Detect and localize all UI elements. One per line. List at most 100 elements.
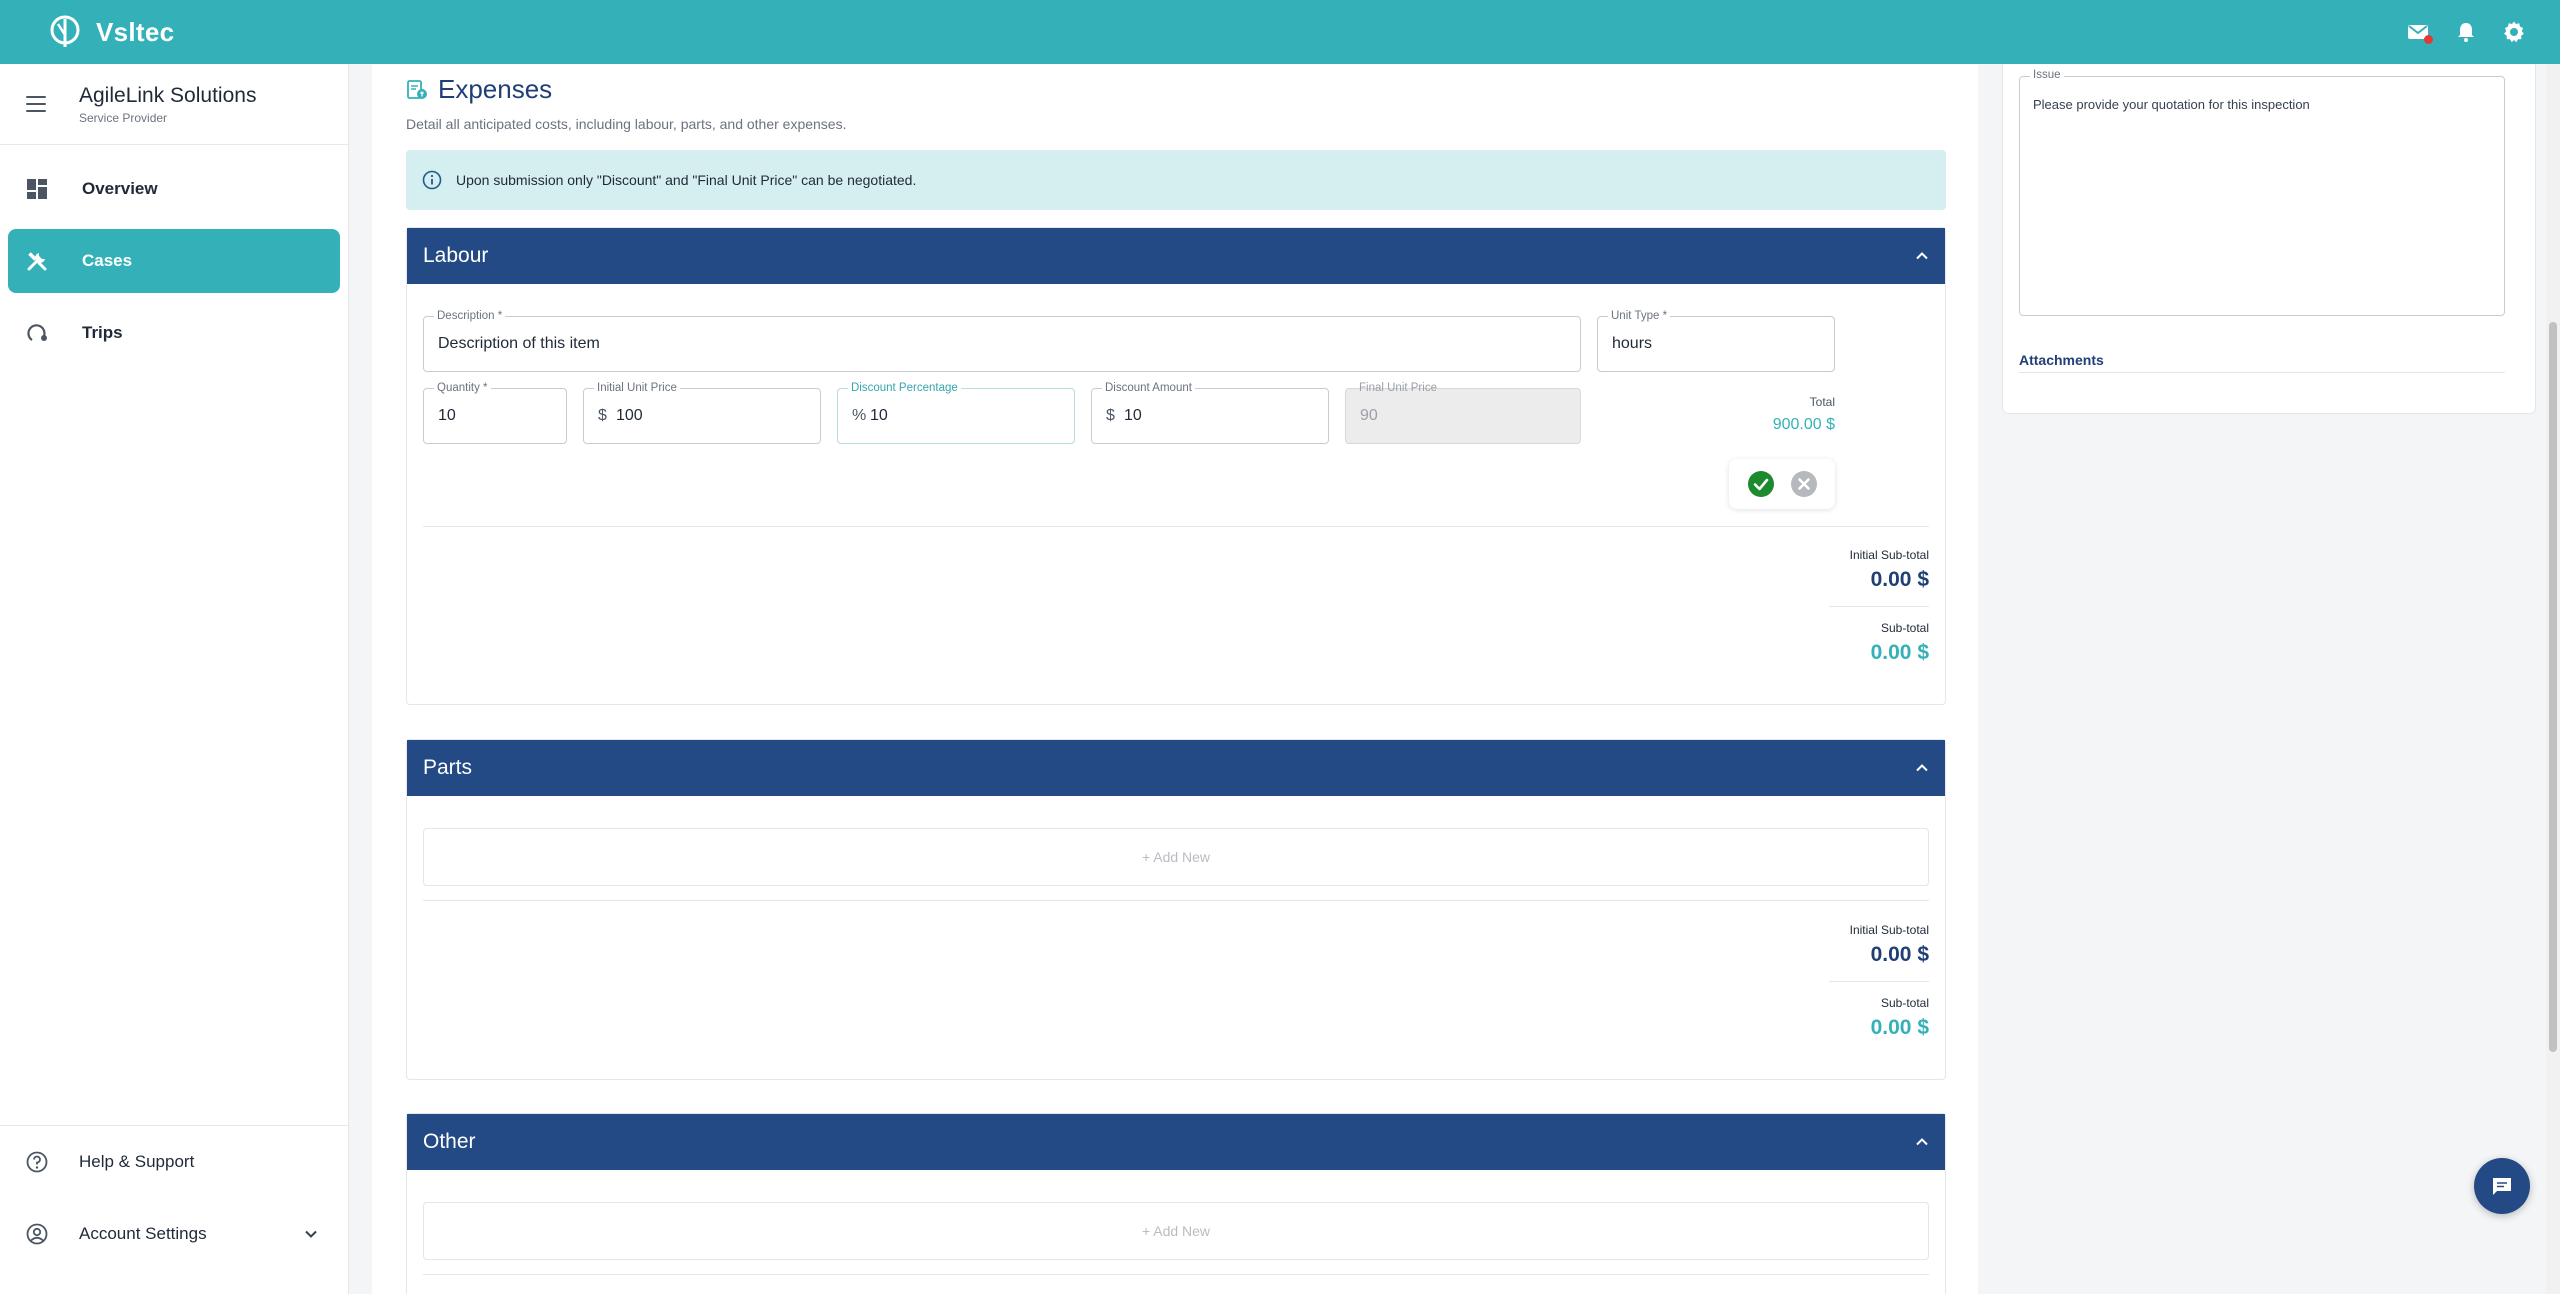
final-unit-price-value: 90: [1360, 407, 1378, 424]
route-icon: [27, 324, 47, 341]
initial-unit-price-field[interactable]: Initial Unit Price $ 100: [583, 381, 821, 444]
unit-type-label: Unit Type *: [1608, 309, 1671, 323]
subtotal-value: 0.00 $: [1870, 1016, 1929, 1039]
company-name: AgileLink Solutions: [79, 83, 257, 107]
currency-prefix: $: [1106, 407, 1115, 424]
discount-amount-field[interactable]: Discount Amount $ 10: [1091, 381, 1329, 444]
account-settings-label: Account Settings: [79, 1224, 207, 1243]
bell-icon[interactable]: [2454, 20, 2478, 44]
row-actions: [1729, 459, 1835, 509]
parts-header[interactable]: Parts: [407, 740, 1945, 796]
issue-text: Please provide your quotation for this i…: [2033, 97, 2310, 112]
unit-type-value: hours: [1612, 335, 1653, 352]
sidebar-item-cases[interactable]: Cases: [8, 229, 340, 293]
brand[interactable]: Vsltec: [48, 15, 174, 49]
scrollbar-thumb[interactable]: [2549, 322, 2557, 1052]
confirm-check-icon[interactable]: [1747, 470, 1775, 498]
labour-section: Labour Description * Description of this…: [406, 227, 1946, 705]
sidebar-item-trips[interactable]: Trips: [8, 301, 340, 365]
initial-unit-price-value: 100: [616, 407, 643, 424]
description-value: Description of this item: [438, 335, 600, 352]
brand-logo-icon: [50, 15, 80, 47]
discount-amount-value: 10: [1124, 407, 1142, 424]
help-icon: [26, 1151, 48, 1173]
quantity-value: 10: [438, 407, 456, 424]
unread-dot: [2424, 35, 2433, 44]
final-unit-price-field: Final Unit Price 90: [1345, 382, 1581, 444]
divider: [1829, 981, 1929, 982]
labour-header[interactable]: Labour: [407, 228, 1945, 284]
other-header[interactable]: Other: [407, 1114, 1945, 1170]
description-label: Description *: [434, 309, 506, 323]
other-title: Other: [423, 1130, 476, 1153]
divider: [423, 526, 1929, 527]
help-support-link[interactable]: Help & Support: [0, 1126, 348, 1198]
issue-label: Issue: [2030, 69, 2064, 81]
chat-icon: [2493, 1178, 2511, 1195]
company-role: Service Provider: [79, 110, 168, 125]
other-add-new-button[interactable]: + Add New: [423, 1202, 1929, 1260]
percent-prefix: %: [852, 407, 867, 424]
expenses-title: Expenses: [438, 74, 553, 104]
divider: [423, 1274, 1929, 1275]
info-icon: [422, 170, 442, 190]
divider: [2019, 372, 2505, 373]
mail-icon[interactable]: [2406, 20, 2433, 44]
sidebar-nav: Overview Cases Trips: [0, 145, 348, 385]
menu-icon[interactable]: [26, 96, 46, 112]
sidebar-item-label: Trips: [82, 323, 123, 342]
sidebar-item-label: Cases: [82, 251, 133, 270]
subtotal-label: Sub-total: [1880, 996, 1929, 1010]
description-field[interactable]: Description * Description of this item: [423, 309, 1581, 372]
top-bar: Vsltec: [0, 0, 2560, 64]
chevron-down-icon[interactable]: [302, 1225, 320, 1243]
labour-title: Labour: [423, 244, 489, 267]
sidebar: AgileLink Solutions Service Provider Ove…: [0, 64, 349, 1294]
issue-textarea[interactable]: Issue Please provide your quotation for …: [2019, 69, 2505, 316]
initial-subtotal-label: Initial Sub-total: [1849, 923, 1929, 937]
chevron-up-icon[interactable]: [1913, 247, 1931, 265]
account-settings-link[interactable]: Account Settings: [0, 1198, 348, 1270]
initial-subtotal-value: 0.00 $: [1870, 568, 1929, 591]
sidebar-bottom: Help & Support Account Settings: [0, 1125, 348, 1270]
parts-title: Parts: [423, 756, 473, 779]
company-header: AgileLink Solutions Service Provider: [0, 64, 348, 145]
currency-prefix: $: [598, 407, 607, 424]
initial-subtotal-value: 0.00 $: [1870, 943, 1929, 966]
initial-subtotal-label: Initial Sub-total: [1849, 548, 1929, 562]
chat-button[interactable]: [2474, 1158, 2530, 1214]
sidebar-item-label: Overview: [82, 179, 158, 198]
parts-add-new-button[interactable]: + Add New: [423, 828, 1929, 886]
quantity-label: Quantity *: [434, 381, 491, 395]
dashboard-icon: [27, 179, 47, 199]
discount-amount-label: Discount Amount: [1102, 381, 1195, 395]
parts-section: Parts + Add New Initial Sub-total 0.00 $…: [406, 739, 1946, 1080]
case-details-panel: Issue Please provide your quotation for …: [2002, 64, 2536, 414]
total-label: Total: [1809, 395, 1835, 409]
chevron-up-icon[interactable]: [1913, 759, 1931, 777]
expenses-subtitle: Detail all anticipated costs, including …: [406, 116, 847, 132]
discount-percentage-value: 10: [870, 407, 888, 424]
quantity-field[interactable]: Quantity * 10: [423, 381, 567, 444]
cancel-close-icon[interactable]: [1790, 470, 1818, 498]
subtotal-value: 0.00 $: [1870, 641, 1929, 664]
divider: [423, 900, 1929, 901]
info-banner: Upon submission only "Discount" and "Fin…: [406, 150, 1946, 210]
app-name: Vsltec: [96, 16, 175, 47]
chevron-up-icon[interactable]: [1913, 1133, 1931, 1151]
total-value: 900.00 $: [1772, 416, 1835, 433]
initial-unit-price-label: Initial Unit Price: [594, 381, 680, 395]
attachments-title: Attachments: [2019, 352, 2104, 368]
receipt-icon: [407, 79, 427, 99]
tools-icon: [27, 252, 47, 271]
final-unit-price-label: Final Unit Price: [1359, 382, 1437, 394]
help-support-label: Help & Support: [79, 1152, 195, 1171]
gear-icon[interactable]: [2502, 20, 2526, 44]
scrollbar[interactable]: [2546, 64, 2560, 1294]
discount-percentage-field[interactable]: Discount Percentage % 10: [837, 381, 1075, 444]
subtotal-label: Sub-total: [1880, 621, 1929, 635]
sidebar-item-overview[interactable]: Overview: [8, 157, 340, 221]
discount-percentage-label: Discount Percentage: [848, 381, 961, 395]
main-content: Expenses Detail all anticipated costs, i…: [372, 64, 1978, 1294]
unit-type-field[interactable]: Unit Type * hours: [1597, 309, 1835, 372]
